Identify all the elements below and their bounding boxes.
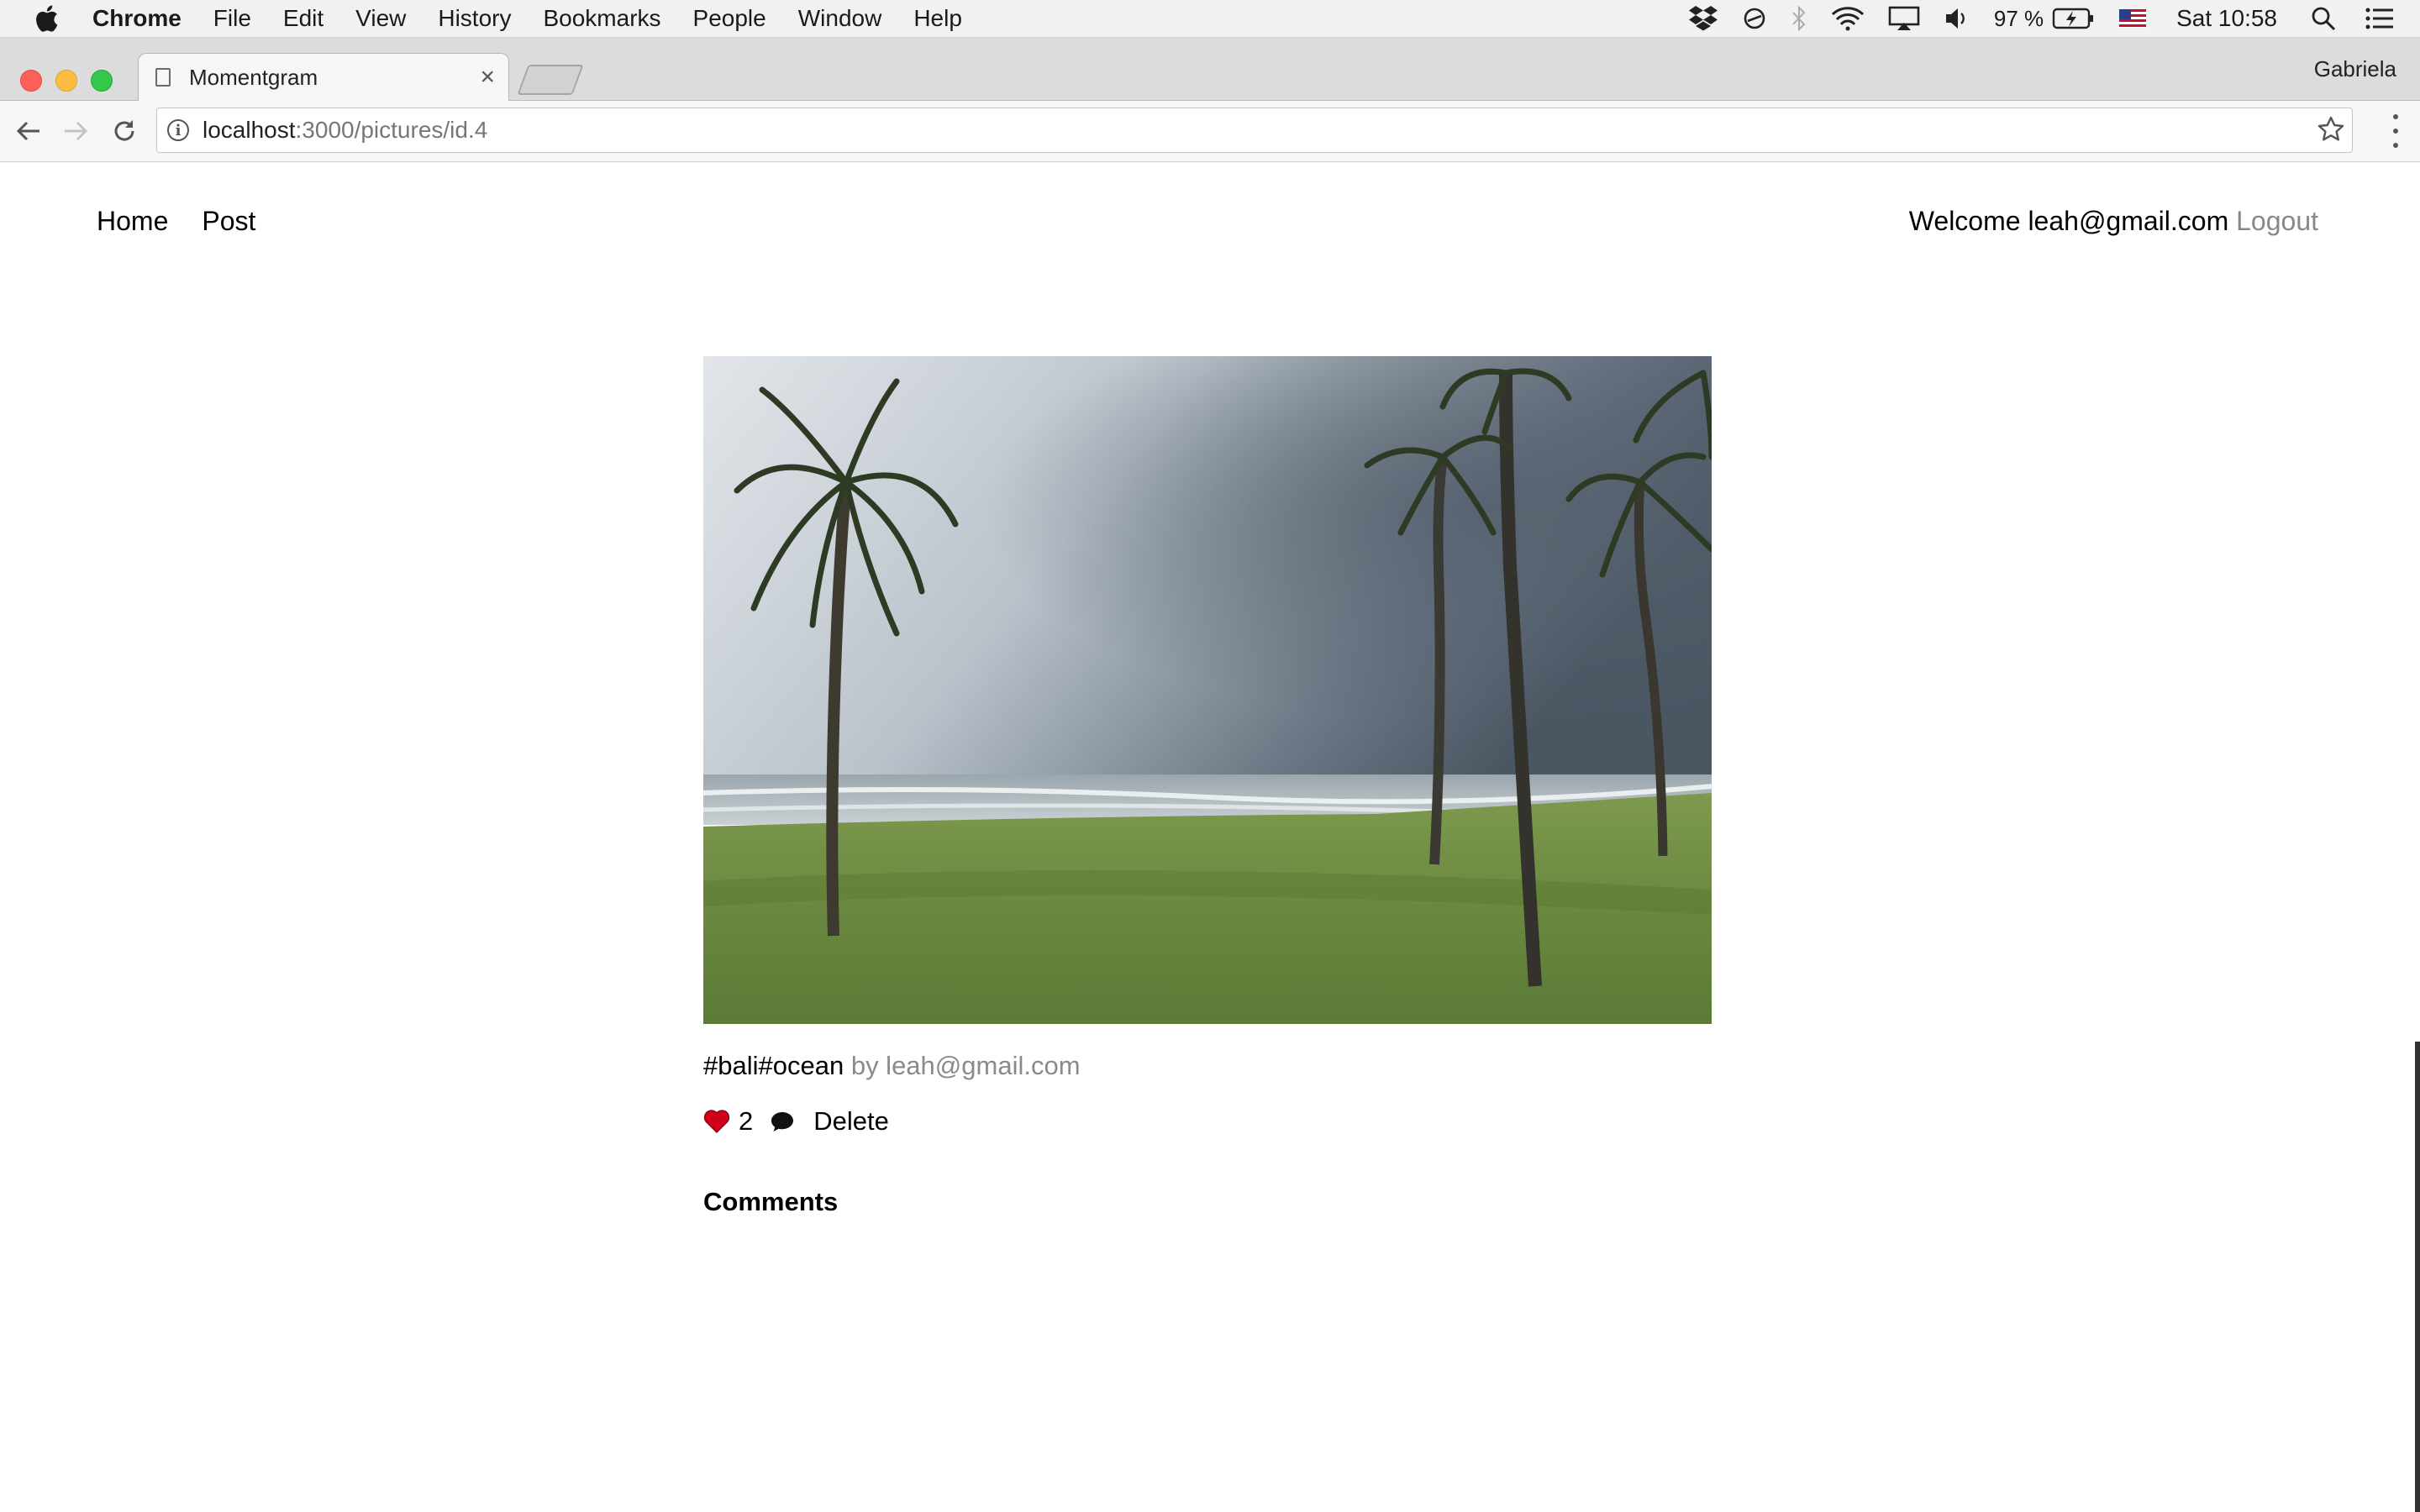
picture-post: #bali#ocean by leah@gmail.com 2 Delete C…	[703, 356, 1712, 1217]
menu-bookmarks[interactable]: Bookmarks	[543, 0, 660, 37]
comment-bubble-icon[interactable]	[770, 1110, 795, 1133]
logout-link[interactable]: Logout	[2236, 206, 2318, 236]
volume-icon[interactable]	[1944, 6, 1970, 31]
comments-heading: Comments	[703, 1187, 839, 1216]
input-source-flag-icon[interactable]	[2119, 9, 2147, 28]
spotlight-search-icon[interactable]	[2311, 6, 2336, 31]
nav-home-link[interactable]: Home	[97, 206, 168, 237]
minimize-window-button[interactable]	[55, 70, 77, 92]
page-favicon-icon	[155, 68, 171, 87]
menu-app-chrome[interactable]: Chrome	[92, 0, 182, 37]
menu-history[interactable]: History	[438, 0, 511, 37]
site-nav: Home Post	[97, 206, 289, 237]
battery-percent[interactable]: 97 %	[1994, 6, 2044, 32]
bluetooth-icon[interactable]	[1791, 5, 1807, 32]
post-actions: 2 Delete	[703, 1106, 1712, 1137]
browser-tab-strip: Momentgram × Gabriela	[0, 38, 2420, 101]
sync-status-icon[interactable]	[1742, 6, 1767, 31]
tab-close-icon[interactable]: ×	[480, 65, 495, 90]
menu-file[interactable]: File	[213, 0, 251, 37]
window-controls	[20, 70, 126, 92]
browser-toolbar: i localhost :3000/pictures/id.4	[0, 101, 2420, 162]
menu-people[interactable]: People	[693, 0, 766, 37]
post-photo	[703, 356, 1712, 1024]
wifi-icon[interactable]	[1831, 6, 1865, 31]
post-tags: #bali#ocean	[703, 1051, 844, 1080]
new-tab-button[interactable]	[517, 65, 584, 95]
notification-center-icon[interactable]	[2365, 7, 2395, 30]
zoom-window-button[interactable]	[91, 70, 113, 92]
dropbox-icon[interactable]	[1688, 5, 1718, 32]
menu-edit[interactable]: Edit	[283, 0, 324, 37]
window-edge-shadow	[2415, 1042, 2420, 1512]
tab-momentgram[interactable]: Momentgram ×	[138, 53, 509, 101]
battery-charging-icon[interactable]	[2052, 7, 2096, 30]
tab-title: Momentgram	[189, 64, 318, 90]
bookmark-star-icon[interactable]	[2317, 115, 2345, 150]
like-heart-icon[interactable]	[703, 1109, 730, 1134]
like-count: 2	[739, 1106, 754, 1136]
back-arrow-icon[interactable]	[12, 114, 45, 148]
apple-menu-icon[interactable]	[34, 4, 59, 33]
macos-menu-bar: Chrome File Edit View History Bookmarks …	[0, 0, 2420, 38]
site-info-icon[interactable]: i	[167, 119, 189, 141]
url-path: :3000/pictures/id.4	[295, 117, 488, 143]
delete-post-link[interactable]: Delete	[813, 1106, 889, 1137]
post-author: by leah@gmail.com	[850, 1051, 1081, 1080]
reload-icon[interactable]	[108, 114, 141, 148]
menu-help[interactable]: Help	[913, 0, 962, 37]
welcome-text: Welcome leah@gmail.com	[1908, 206, 2229, 236]
close-window-button[interactable]	[20, 70, 42, 92]
menu-view[interactable]: View	[355, 0, 406, 37]
url-host: localhost	[203, 117, 296, 143]
forward-arrow-icon[interactable]	[59, 114, 92, 148]
airplay-icon[interactable]	[1888, 6, 1920, 31]
web-page: Home Post Welcome leah@gmail.com Logout	[0, 162, 2420, 1506]
profile-name[interactable]: Gabriela	[2314, 56, 2396, 82]
clock[interactable]: Sat 10:58	[2176, 5, 2277, 32]
user-nav: Welcome leah@gmail.com Logout	[1909, 206, 2318, 237]
chrome-menu-icon[interactable]	[2391, 114, 2400, 148]
post-caption: #bali#ocean by leah@gmail.com	[703, 1051, 1712, 1081]
address-bar[interactable]: i localhost :3000/pictures/id.4	[156, 108, 2353, 153]
nav-post-link[interactable]: Post	[202, 206, 255, 237]
menu-window[interactable]: Window	[798, 0, 882, 37]
